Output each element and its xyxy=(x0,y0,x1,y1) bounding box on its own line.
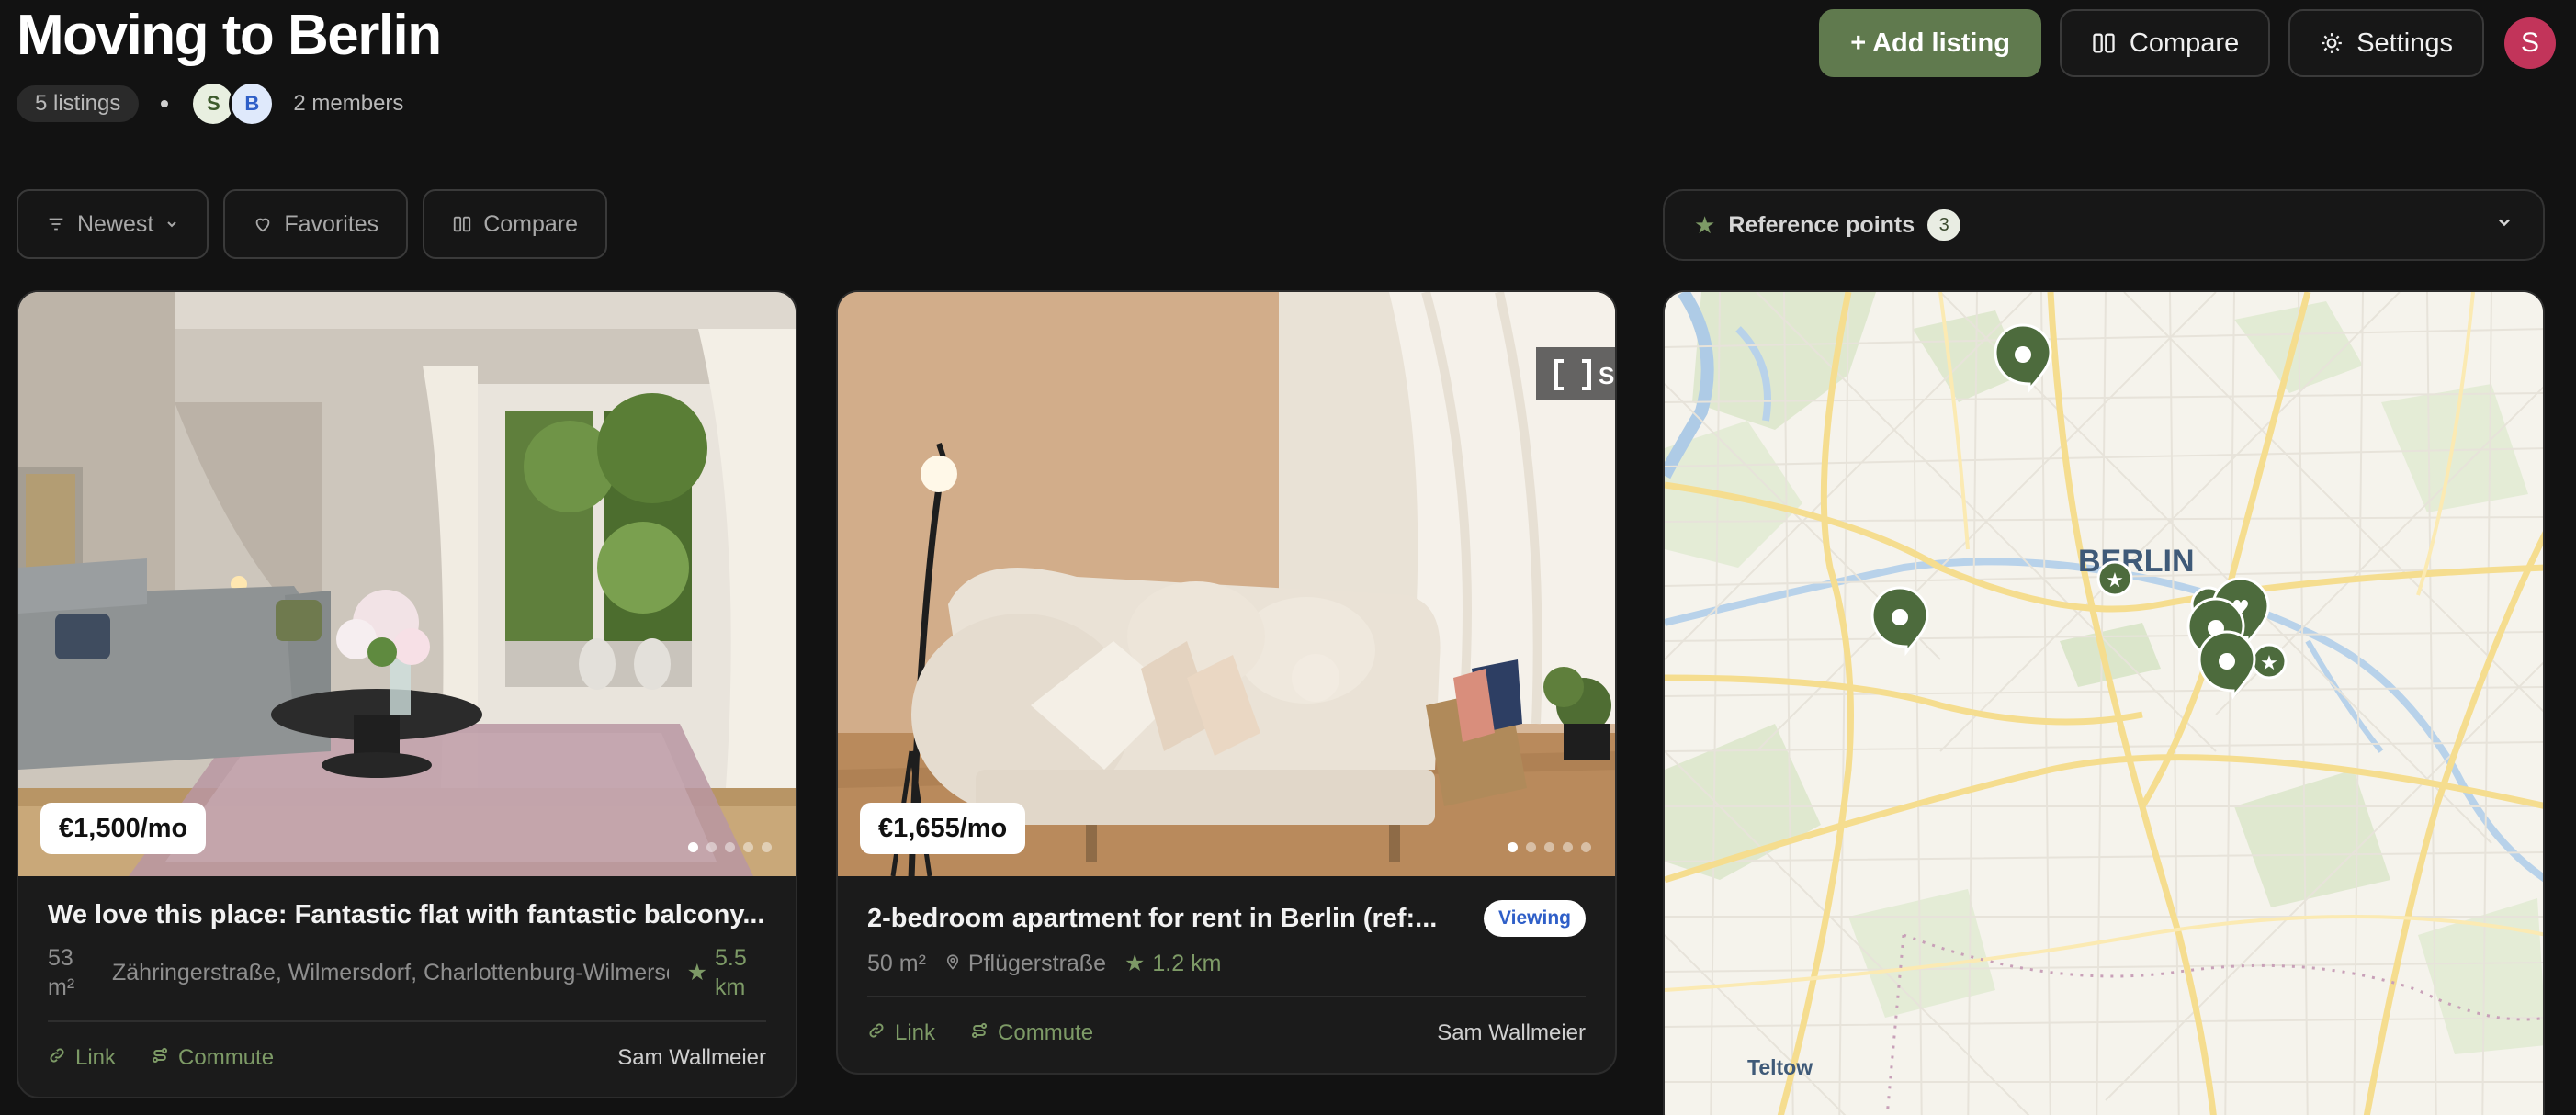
price-badge: €1,500/mo xyxy=(40,803,207,854)
page-title: Moving to Berlin xyxy=(17,4,442,67)
chevron-down-icon xyxy=(2495,212,2514,238)
listing-distance: ★ 1.2 km xyxy=(1124,950,1221,977)
user-avatar[interactable]: S xyxy=(2504,17,2556,69)
svg-text:★: ★ xyxy=(2106,569,2124,592)
member-avatar[interactable]: B xyxy=(229,81,276,127)
settings-button[interactable]: Settings xyxy=(2288,9,2484,77)
listing-meta: 50 m² Pflügerstraße ★ 1.2 km xyxy=(867,950,1586,977)
link-button[interactable]: Link xyxy=(867,1020,935,1046)
distance-value: 5.5 km xyxy=(715,945,747,1000)
carousel-dot[interactable] xyxy=(725,842,735,852)
star-icon: ★ xyxy=(686,960,707,985)
member-avatars[interactable]: S B xyxy=(190,81,276,127)
listing-area: 53 m² xyxy=(48,945,75,1000)
link-icon xyxy=(867,1021,886,1045)
separator-dot xyxy=(161,100,169,107)
link-label: Link xyxy=(75,1045,117,1070)
map-canvas[interactable]: BERLIN Teltow ★ ♥ ★ xyxy=(1665,292,2545,1115)
listing-photo[interactable]: SP €1,655/mo xyxy=(838,292,1615,876)
link-button[interactable]: Link xyxy=(48,1045,116,1071)
listing-address: Pflügerstraße xyxy=(944,951,1106,977)
carousel-dot[interactable] xyxy=(1563,842,1573,852)
add-listing-label: + Add listing xyxy=(1850,28,2010,58)
filter-bar: Newest Favorites Compare xyxy=(17,189,608,259)
carousel-dot[interactable] xyxy=(688,842,698,852)
watermark-text: SP xyxy=(1599,362,1615,389)
sort-dropdown[interactable]: Newest xyxy=(17,189,209,259)
members-count: 2 members xyxy=(293,91,404,116)
board-meta: 5 listings S B 2 members xyxy=(17,81,404,127)
svg-text:★: ★ xyxy=(2260,652,2278,675)
sort-label: Newest xyxy=(77,210,154,237)
living-room-photo xyxy=(18,292,796,876)
compare-filter-button[interactable]: Compare xyxy=(423,189,608,259)
settings-label: Settings xyxy=(2356,28,2453,58)
star-icon: ★ xyxy=(1694,210,1716,239)
carousel-dot[interactable] xyxy=(1508,842,1518,852)
carousel-dot[interactable] xyxy=(1581,842,1591,852)
address-text: Pflügerstraße xyxy=(967,950,1106,976)
listing-card[interactable]: €1,500/mo We love this place: Fantastic … xyxy=(17,290,797,1098)
gear-icon xyxy=(2320,31,2344,55)
reference-points-count: 3 xyxy=(1927,209,1961,241)
listing-owner: Sam Wallmeier xyxy=(617,1045,766,1070)
map-district-label: Teltow xyxy=(1747,1055,1813,1079)
listing-distance: ★ 5.5 km xyxy=(687,943,766,1002)
carousel-dot[interactable] xyxy=(706,842,717,852)
listings-map[interactable]: BERLIN Teltow ★ ♥ ★ xyxy=(1663,290,2545,1115)
commute-label: Commute xyxy=(998,1020,1094,1045)
listing-area: 50 m² xyxy=(867,950,926,976)
map-pin-reference-point[interactable]: ★ xyxy=(2096,560,2133,597)
listing-photo[interactable]: €1,500/mo xyxy=(18,292,796,876)
link-icon xyxy=(48,1046,66,1070)
photo-carousel-dots[interactable] xyxy=(1508,842,1591,852)
listing-owner: Sam Wallmeier xyxy=(1437,1020,1586,1045)
listing-card[interactable]: SP €1,655/mo 2-bedroom apartment for ren… xyxy=(836,290,1617,1075)
distance-value: 1.2 km xyxy=(1152,950,1222,976)
price-badge: €1,655/mo xyxy=(860,803,1026,854)
compare-button[interactable]: Compare xyxy=(2059,9,2271,77)
commute-button[interactable]: Commute xyxy=(970,1020,1093,1046)
columns-icon xyxy=(452,214,472,234)
chevron-down-icon xyxy=(164,217,179,231)
columns-icon xyxy=(2091,30,2117,56)
commute-label: Commute xyxy=(178,1045,275,1070)
map-city-label: BERLIN xyxy=(2078,544,2195,579)
listing-title[interactable]: 2-bedroom apartment for rent in Berlin (… xyxy=(867,904,1437,934)
header-actions: + Add listing Compare Settings S xyxy=(1819,9,2556,77)
commute-button[interactable]: Commute xyxy=(151,1045,274,1071)
compare-filter-label: Compare xyxy=(483,210,579,237)
location-pin-icon xyxy=(944,951,961,977)
listing-card-body: 2-bedroom apartment for rent in Berlin (… xyxy=(838,876,1615,1069)
listing-title[interactable]: We love this place: Fantastic flat with … xyxy=(48,900,765,930)
favorites-filter-button[interactable]: Favorites xyxy=(223,189,409,259)
route-icon xyxy=(151,1046,169,1070)
add-listing-button[interactable]: + Add listing xyxy=(1819,9,2041,77)
photo-carousel-dots[interactable] xyxy=(688,842,772,852)
carousel-dot[interactable] xyxy=(1526,842,1536,852)
bedroom-sofa-photo: SP xyxy=(838,292,1615,876)
reference-points-label: Reference points xyxy=(1728,211,1915,238)
listing-card-body: We love this place: Fantastic flat with … xyxy=(18,876,796,1094)
listing-address: Zähringerstraße, Wilmersdorf, Charlotten… xyxy=(112,959,669,985)
filter-lines-icon xyxy=(46,214,66,234)
listing-actions: Link Commute Sam Wallmeier xyxy=(867,997,1586,1069)
favorites-label: Favorites xyxy=(284,210,379,237)
heart-icon xyxy=(253,214,273,234)
reference-points-toggle[interactable]: ★ Reference points 3 xyxy=(1663,189,2545,261)
listings-count-badge: 5 listings xyxy=(17,85,140,122)
listing-meta: 53 m² Zähringerstraße, Wilmersdorf, Char… xyxy=(48,943,766,1002)
link-label: Link xyxy=(895,1020,936,1045)
carousel-dot[interactable] xyxy=(1544,842,1554,852)
star-icon: ★ xyxy=(1124,951,1146,976)
status-badge[interactable]: Viewing xyxy=(1484,900,1586,937)
carousel-dot[interactable] xyxy=(743,842,753,852)
carousel-dot[interactable] xyxy=(762,842,772,852)
map-pin-reference-point[interactable]: ★ xyxy=(2251,643,2288,680)
listing-actions: Link Commute Sam Wallmeier xyxy=(48,1022,766,1094)
compare-label: Compare xyxy=(2129,28,2240,58)
route-icon xyxy=(970,1021,989,1045)
